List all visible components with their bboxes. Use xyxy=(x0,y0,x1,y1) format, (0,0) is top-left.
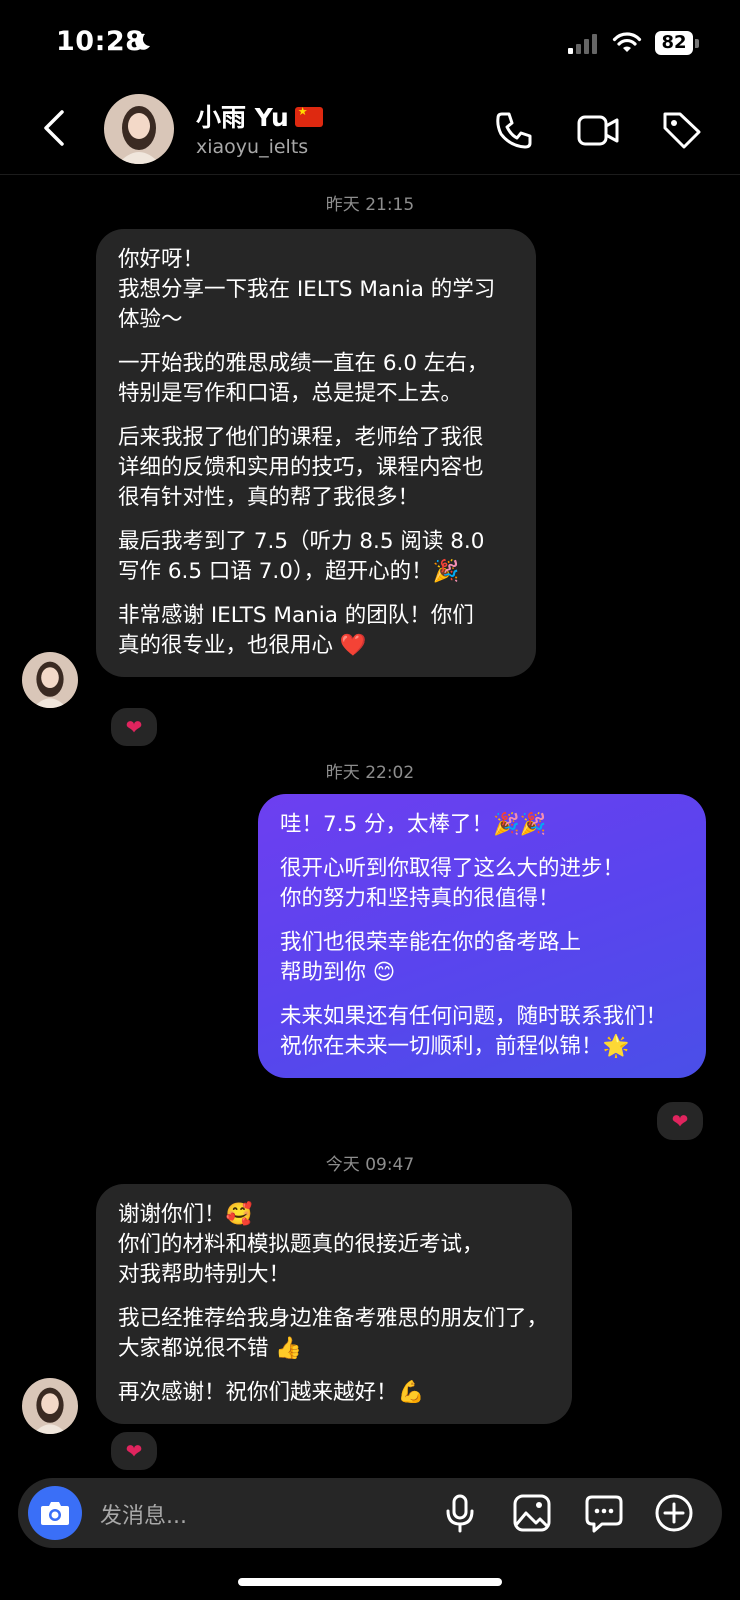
heart-icon: ❤ xyxy=(125,1439,143,1463)
avatar[interactable] xyxy=(104,94,174,164)
message-paragraph: 很开心听到你取得了这么大的进步！ 你的努力和坚持真的很值得！ xyxy=(280,856,625,911)
back-arrow-icon[interactable] xyxy=(40,108,70,148)
china-flag-icon xyxy=(294,105,323,127)
camera-icon xyxy=(41,1502,69,1525)
microphone-icon[interactable] xyxy=(440,1493,480,1533)
message-paragraph: 我已经推荐给我身边准备考雅思的朋友们了， 大家都说很不错 👍 xyxy=(118,1306,549,1361)
sender-avatar[interactable] xyxy=(22,652,78,708)
message-timestamp: 昨天 22:02 xyxy=(325,763,415,783)
message-paragraph: 非常感谢 IELTS Mania 的团队！你们 真的很专业，也很用心 ❤️ xyxy=(118,603,474,658)
phone-icon[interactable] xyxy=(492,108,536,152)
heart-reaction[interactable]: ❤ xyxy=(108,705,160,749)
home-indicator[interactable] xyxy=(238,1578,502,1586)
contact-name[interactable]: 小雨 Yu xyxy=(196,98,323,134)
chat-header: 小雨 Yu xiaoyu_ielts xyxy=(0,90,740,175)
message-paragraph: 后来我报了他们的课程，老师给了我很 详细的反馈和实用的技巧，课程内容也 很有针对… xyxy=(118,425,484,510)
message-composer: 发消息... xyxy=(18,1478,722,1548)
outgoing-message-bubble[interactable]: 哇！7.5 分，太棒了！🎉🎉 很开心听到你取得了这么大的进步！ 你的努力和坚持真… xyxy=(258,794,706,1078)
plus-circle-icon[interactable] xyxy=(654,1493,694,1533)
message-paragraph: 未来如果还有任何问题，随时联系我们！ 祝你在未来一切顺利，前程似锦！🌟 xyxy=(280,1004,668,1059)
message-paragraph: 哇！7.5 分，太棒了！🎉🎉 xyxy=(280,812,547,837)
cellular-signal-icon xyxy=(568,34,597,54)
message-paragraph: 一开始我的雅思成绩一直在 6.0 左右， 特别是写作和口语，总是提不上去。 xyxy=(118,351,489,406)
contact-username: xiaoyu_ielts xyxy=(196,136,309,158)
message-paragraph: 我们也很荣幸能在你的备考路上 帮助到你 😊 xyxy=(280,930,582,985)
sender-avatar[interactable] xyxy=(22,1378,78,1434)
heart-icon: ❤ xyxy=(125,715,143,739)
moon-icon xyxy=(135,33,150,50)
message-input[interactable]: 发消息... xyxy=(100,1498,187,1530)
message-paragraph: 你好呀！ 我想分享一下我在 IELTS Mania 的学习 体验～ xyxy=(118,247,496,332)
battery-level: 82 xyxy=(655,31,693,55)
video-camera-icon[interactable] xyxy=(576,108,620,152)
message-paragraph: 最后我考到了 7.5（听力 8.5 阅读 8.0 写作 6.5 口语 7.0），… xyxy=(118,529,485,584)
message-timestamp: 昨天 21:15 xyxy=(325,195,415,215)
sticker-icon[interactable] xyxy=(584,1493,624,1533)
message-timestamp: 今天 09:47 xyxy=(325,1155,415,1175)
camera-button[interactable] xyxy=(28,1486,82,1540)
heart-reaction[interactable]: ❤ xyxy=(108,1429,160,1473)
incoming-message-bubble[interactable]: 你好呀！ 我想分享一下我在 IELTS Mania 的学习 体验～ 一开始我的雅… xyxy=(96,229,536,677)
tag-icon[interactable] xyxy=(660,108,704,152)
heart-reaction[interactable]: ❤ xyxy=(654,1099,706,1143)
heart-icon: ❤ xyxy=(671,1109,689,1133)
status-bar: 10:28 82 xyxy=(0,0,740,90)
wifi-icon xyxy=(612,32,642,52)
message-paragraph: 再次感谢！祝你们越来越好！💪 xyxy=(118,1380,425,1405)
battery-icon: 82 xyxy=(655,31,699,55)
incoming-message-bubble[interactable]: 谢谢你们！🥰 你们的材料和模拟题真的很接近考试， 对我帮助特别大！ 我已经推荐给… xyxy=(96,1184,572,1424)
message-paragraph: 谢谢你们！🥰 你们的材料和模拟题真的很接近考试， 对我帮助特别大！ xyxy=(118,1202,484,1287)
image-icon[interactable] xyxy=(512,1493,552,1533)
